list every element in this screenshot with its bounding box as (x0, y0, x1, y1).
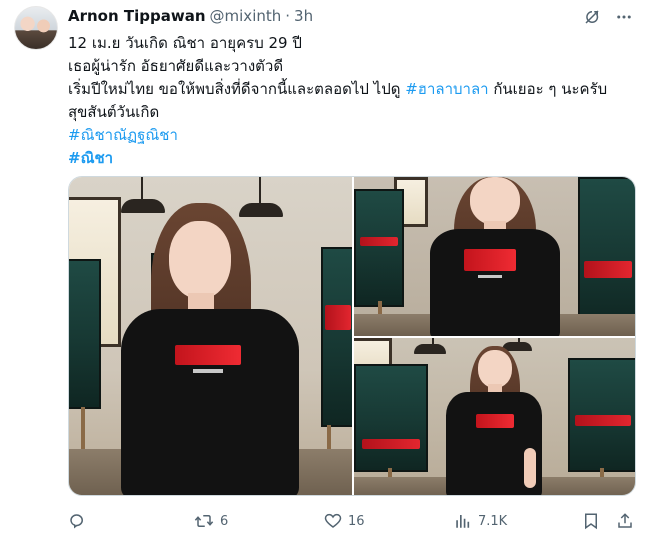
author-display-name[interactable]: Arnon Tippawan (68, 7, 206, 25)
hashtag-link-halabala[interactable]: #ฮาลาบาลา (405, 80, 488, 98)
retweet-icon (194, 515, 214, 527)
tweet-text-line-1: 12 เม.ย วันเกิด ณิชา อายุครบ 29 ปี (68, 34, 302, 52)
retweet-button[interactable]: 6 (194, 508, 228, 534)
hashtag-link-2[interactable]: #ณิชา (68, 147, 633, 170)
tweet-text-line-3-start: เริ่มปีใหม่ไทย ขอให้พบสิ่งที่ดีจากนี้และ… (68, 80, 406, 98)
action-bar: 6 16 7.1K (68, 508, 636, 534)
reply-icon (70, 514, 83, 529)
grok-icon[interactable] (583, 8, 601, 26)
hashtag-link-1[interactable]: #ณิชาณัฏฐณิชา (68, 124, 633, 147)
photo-2[interactable] (354, 177, 635, 336)
like-button[interactable]: 16 (324, 508, 365, 534)
tweet-text: 12 เม.ย วันเกิด ณิชา อายุครบ 29 ปี เธอผู… (68, 32, 633, 170)
retweet-count: 6 (220, 513, 229, 529)
analytics-icon (456, 515, 470, 528)
tweet-text-line-3-end: กันเยอะ ๆ นะครับ (488, 80, 608, 98)
bookmark-icon (585, 513, 597, 530)
heart-icon (324, 513, 342, 528)
tweet-text-line-2: เธอผู้น่ารัก อัธยาศัยดีและวางตัวดี (68, 57, 284, 75)
tweet-text-line-3: เริ่มปีใหม่ไทย ขอให้พบสิ่งที่ดีจากนี้และ… (68, 78, 633, 101)
views-button[interactable]: 7.1K (454, 508, 507, 534)
tweet-header: Arnon Tippawan @mixinth · 3h (68, 7, 313, 27)
photo-1[interactable] (69, 177, 352, 495)
share-icon (618, 513, 632, 528)
author-handle[interactable]: @mixinth (210, 7, 282, 25)
header-separator: · (285, 7, 291, 25)
avatar[interactable] (14, 6, 58, 50)
share-button[interactable] (616, 508, 634, 534)
tweet-card[interactable]: Arnon Tippawan @mixinth · 3h 12 เม.ย วัน… (0, 0, 649, 540)
like-count: 16 (348, 513, 365, 529)
header-icons (583, 8, 633, 26)
bookmark-button[interactable] (582, 508, 600, 534)
tweet-text-line-4: สุขสันต์วันเกิด (68, 103, 160, 121)
reply-button[interactable] (68, 508, 92, 534)
views-count: 7.1K (478, 513, 508, 529)
media-grid (68, 176, 636, 496)
photo-3[interactable] (354, 338, 635, 495)
timestamp[interactable]: 3h (294, 7, 313, 25)
more-options-icon[interactable] (615, 8, 633, 26)
